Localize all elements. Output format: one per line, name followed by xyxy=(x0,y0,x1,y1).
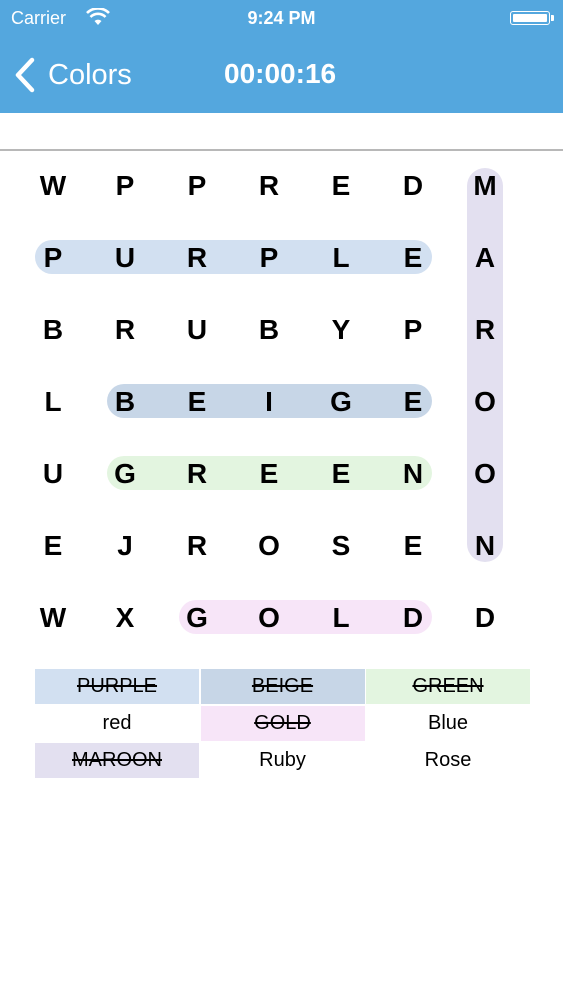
grid-cell[interactable]: B xyxy=(233,294,305,366)
grid-cell[interactable]: G xyxy=(89,438,161,510)
navigation-bar: Carrier 9:24 PM Colors 00:00:16 xyxy=(0,0,563,113)
grid-cell[interactable]: R xyxy=(161,510,233,582)
word-list-item: Rose xyxy=(366,743,530,778)
word-list-item: GREEN xyxy=(366,669,530,704)
header-divider xyxy=(0,113,563,151)
word-list-item: Blue xyxy=(366,706,530,741)
grid-cell[interactable]: E xyxy=(377,510,449,582)
word-list-item: GOLD xyxy=(200,706,365,741)
grid-cell[interactable]: W xyxy=(17,582,89,654)
clock: 9:24 PM xyxy=(247,8,316,28)
grid-cell[interactable]: I xyxy=(233,366,305,438)
battery-icon xyxy=(510,11,554,25)
grid-cell[interactable]: P xyxy=(17,222,89,294)
status-bar: Carrier 9:24 PM xyxy=(0,6,563,30)
grid-cell[interactable]: L xyxy=(305,582,377,654)
grid-cell[interactable]: E xyxy=(17,510,89,582)
game-timer: 00:00:16 xyxy=(224,58,337,89)
word-list: PURPLE BEIGE GREEN red GOLD Blue MAROON Ruby Ros… xyxy=(35,669,530,778)
back-button-label: Colors xyxy=(48,58,132,91)
grid-cell[interactable]: L xyxy=(305,222,377,294)
grid-cell[interactable]: X xyxy=(89,582,161,654)
grid-cell[interactable]: R xyxy=(161,438,233,510)
grid-cell[interactable]: R xyxy=(233,150,305,222)
grid-cell[interactable]: D xyxy=(377,582,449,654)
grid-cell[interactable]: B xyxy=(89,366,161,438)
grid-cell[interactable]: U xyxy=(17,438,89,510)
word-list-item: BEIGE xyxy=(200,669,365,704)
grid-cell[interactable]: R xyxy=(89,294,161,366)
word-list-item: PURPLE xyxy=(35,669,199,704)
grid-cell[interactable]: E xyxy=(305,438,377,510)
grid-cell[interactable]: G xyxy=(161,582,233,654)
word-list-item: MAROON xyxy=(35,743,199,778)
grid-cell[interactable]: L xyxy=(17,366,89,438)
grid-cell[interactable]: D xyxy=(449,582,521,654)
grid-cell[interactable]: S xyxy=(305,510,377,582)
grid-cell[interactable]: U xyxy=(89,222,161,294)
grid-cell[interactable]: O xyxy=(449,366,521,438)
grid-cell[interactable]: R xyxy=(161,222,233,294)
grid-cell[interactable]: N xyxy=(449,510,521,582)
back-button[interactable]: Colors xyxy=(12,56,132,94)
grid-cell[interactable]: E xyxy=(377,222,449,294)
grid-cell[interactable]: O xyxy=(233,510,305,582)
grid-cell[interactable]: N xyxy=(377,438,449,510)
grid-cell[interactable]: J xyxy=(89,510,161,582)
grid-cell[interactable]: U xyxy=(161,294,233,366)
word-list-item: red xyxy=(35,706,199,741)
grid-cell[interactable]: M xyxy=(449,150,521,222)
grid-cell[interactable]: P xyxy=(161,150,233,222)
grid-cell[interactable]: O xyxy=(233,582,305,654)
grid-cell[interactable]: G xyxy=(305,366,377,438)
grid-cell[interactable]: E xyxy=(233,438,305,510)
grid-cell[interactable]: E xyxy=(161,366,233,438)
letter-grid: WPPREDMPURPLEABRUBYPRLBEIGEOUGREENOEJROS… xyxy=(0,150,563,660)
word-list-item: Ruby xyxy=(200,743,365,778)
grid-cell[interactable]: B xyxy=(17,294,89,366)
grid-cell[interactable]: E xyxy=(305,150,377,222)
grid-cell[interactable]: D xyxy=(377,150,449,222)
grid-cell[interactable]: O xyxy=(449,438,521,510)
grid-cell[interactable]: E xyxy=(377,366,449,438)
chevron-left-icon xyxy=(15,57,35,93)
grid-cell[interactable]: A xyxy=(449,222,521,294)
grid-cell[interactable]: P xyxy=(377,294,449,366)
grid-cell[interactable]: P xyxy=(89,150,161,222)
grid-cell[interactable]: P xyxy=(233,222,305,294)
grid-cell[interactable]: W xyxy=(17,150,89,222)
grid-cell[interactable]: R xyxy=(449,294,521,366)
grid-cell[interactable]: Y xyxy=(305,294,377,366)
